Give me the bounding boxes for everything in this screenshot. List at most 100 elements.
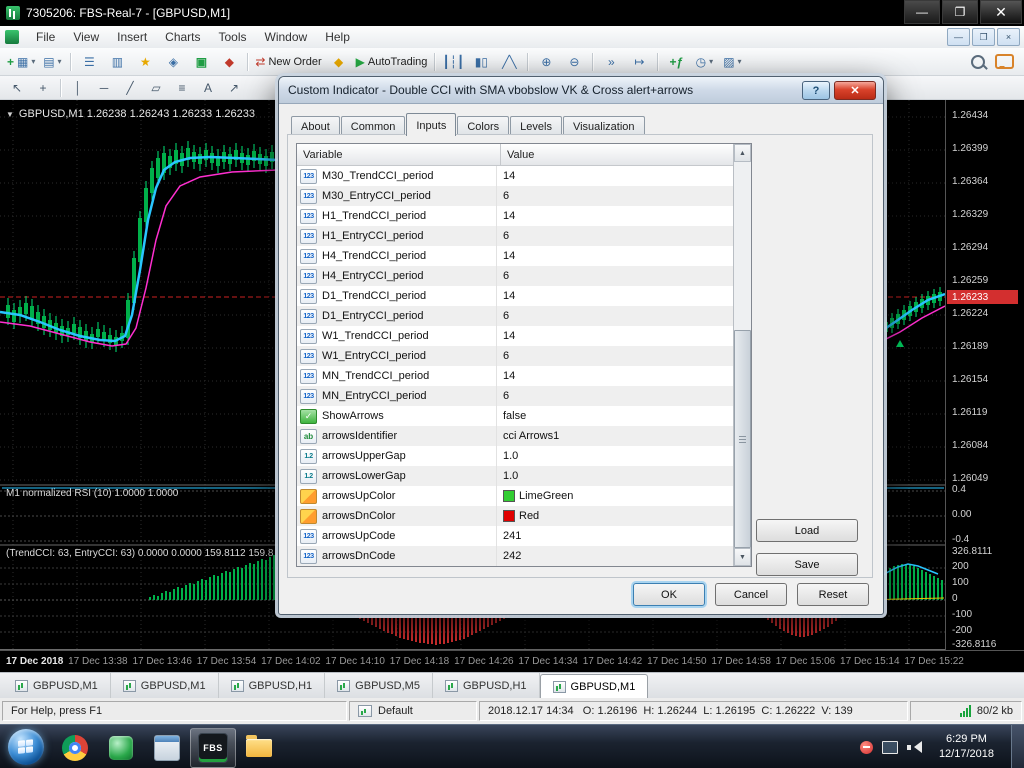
param-value[interactable]: 6 bbox=[496, 226, 733, 246]
strategy-tester-button[interactable]: ◆ bbox=[215, 51, 243, 73]
taskbar-chrome-icon[interactable] bbox=[52, 728, 98, 768]
periods-button[interactable]: ◷ ▾ bbox=[690, 51, 718, 73]
taskbar-fbs-icon[interactable]: FBS bbox=[190, 728, 236, 768]
navigator-button[interactable]: ◈ bbox=[159, 51, 187, 73]
autotrading-button[interactable]: ▶ AutoTrading bbox=[353, 51, 431, 73]
scroll-up-icon[interactable]: ▲ bbox=[734, 144, 751, 162]
tab-colors[interactable]: Colors bbox=[457, 116, 510, 136]
horizontal-line-icon[interactable]: ─ bbox=[91, 79, 117, 97]
table-row[interactable]: H4_TrendCCI_period 14 bbox=[297, 246, 733, 266]
metaeditor-button[interactable]: ◆ bbox=[325, 51, 353, 73]
taskbar-folder-icon[interactable] bbox=[236, 728, 282, 768]
table-row[interactable]: M30_EntryCCI_period 6 bbox=[297, 186, 733, 206]
chart-shift-button[interactable]: ↦ bbox=[625, 51, 653, 73]
param-value[interactable]: 14 bbox=[496, 246, 733, 266]
crosshair-icon[interactable]: + bbox=[30, 79, 56, 97]
param-value[interactable]: 14 bbox=[496, 326, 733, 346]
ok-button[interactable]: OK bbox=[633, 583, 705, 606]
param-value[interactable]: 14 bbox=[496, 166, 733, 186]
close-button[interactable]: ✕ bbox=[980, 0, 1022, 24]
table-row[interactable]: ShowArrows false bbox=[297, 406, 733, 426]
table-row[interactable]: arrowsLowerGap 1.0 bbox=[297, 466, 733, 486]
param-value[interactable]: 14 bbox=[496, 206, 733, 226]
vertical-line-icon[interactable]: │ bbox=[65, 79, 91, 97]
table-row[interactable]: H1_TrendCCI_period 14 bbox=[297, 206, 733, 226]
table-row[interactable]: M30_TrendCCI_period 14 bbox=[297, 166, 733, 186]
scroll-down-icon[interactable]: ▼ bbox=[734, 548, 751, 566]
chart-tab[interactable]: GBPUSD,M1 bbox=[3, 673, 111, 698]
table-row[interactable]: W1_TrendCCI_period 14 bbox=[297, 326, 733, 346]
tab-about[interactable]: About bbox=[291, 116, 340, 136]
param-value[interactable]: 6 bbox=[496, 186, 733, 206]
param-value[interactable]: LimeGreen bbox=[496, 486, 733, 506]
param-value[interactable]: false bbox=[496, 406, 733, 426]
menu-window[interactable]: Window bbox=[256, 28, 317, 46]
chart-tab[interactable]: GBPUSD,M1 bbox=[111, 673, 219, 698]
param-value[interactable]: 6 bbox=[496, 266, 733, 286]
menu-insert[interactable]: Insert bbox=[108, 28, 156, 46]
tab-levels[interactable]: Levels bbox=[510, 116, 562, 136]
menu-file[interactable]: File bbox=[27, 28, 64, 46]
candlestick-chart-button[interactable]: ▮▯ bbox=[467, 51, 495, 73]
vertical-scrollbar[interactable]: ▲ ▼ bbox=[733, 144, 751, 566]
mdi-close-button[interactable]: × bbox=[997, 28, 1020, 46]
load-button[interactable]: Load bbox=[756, 519, 858, 542]
table-row[interactable]: arrowsIdentifier cci Arrows1 bbox=[297, 426, 733, 446]
table-row[interactable]: MN_TrendCCI_period 14 bbox=[297, 366, 733, 386]
auto-scroll-button[interactable]: » bbox=[597, 51, 625, 73]
search-icon[interactable] bbox=[971, 54, 985, 69]
param-value[interactable]: 14 bbox=[496, 366, 733, 386]
indicators-button[interactable]: +ƒ bbox=[662, 51, 690, 73]
status-profile[interactable]: Default bbox=[349, 701, 477, 721]
taskbar-notes-app-icon[interactable] bbox=[144, 728, 190, 768]
save-button[interactable]: Save bbox=[756, 553, 858, 576]
fibonacci-icon[interactable]: ≡ bbox=[169, 79, 195, 97]
param-value[interactable]: 1.0 bbox=[496, 466, 733, 486]
table-row[interactable]: W1_EntryCCI_period 6 bbox=[297, 346, 733, 366]
chart-tab[interactable]: GBPUSD,M5 bbox=[325, 673, 433, 698]
favorites-button[interactable]: ★ bbox=[131, 51, 159, 73]
cancel-button[interactable]: Cancel bbox=[715, 583, 787, 606]
tab-visualization[interactable]: Visualization bbox=[562, 116, 645, 136]
data-window-button[interactable]: ▥ bbox=[103, 51, 131, 73]
cursor-icon[interactable]: ↖ bbox=[4, 79, 30, 97]
dialog-title-bar[interactable]: Custom Indicator - Double CCI with SMA v… bbox=[279, 77, 883, 104]
terminal-button[interactable]: ▣ bbox=[187, 51, 215, 73]
chart-tab-active[interactable]: GBPUSD,M1 bbox=[539, 674, 649, 698]
templates-button[interactable]: ▨ ▾ bbox=[718, 51, 746, 73]
param-value[interactable]: 242 bbox=[496, 546, 733, 566]
mdi-minimize-button[interactable]: — bbox=[947, 28, 970, 46]
menu-charts[interactable]: Charts bbox=[156, 28, 209, 46]
table-row[interactable]: D1_TrendCCI_period 14 bbox=[297, 286, 733, 306]
param-value[interactable]: Red bbox=[496, 506, 733, 526]
line-chart-button[interactable]: ╱╲ bbox=[495, 51, 523, 73]
chat-icon[interactable] bbox=[995, 54, 1014, 69]
channel-icon[interactable]: ▱ bbox=[143, 79, 169, 97]
menu-view[interactable]: View bbox=[64, 28, 108, 46]
volume-icon[interactable] bbox=[906, 740, 922, 754]
trendline-icon[interactable]: ╱ bbox=[117, 79, 143, 97]
tray-clock[interactable]: 6:29 PM 12/17/2018 bbox=[939, 732, 994, 763]
table-row[interactable]: H1_EntryCCI_period 6 bbox=[297, 226, 733, 246]
param-value[interactable]: 6 bbox=[496, 346, 733, 366]
new-chart-button[interactable]: + ▦ ▾ bbox=[4, 51, 38, 73]
table-row[interactable]: H4_EntryCCI_period 6 bbox=[297, 266, 733, 286]
table-row[interactable]: arrowsUpCode 241 bbox=[297, 526, 733, 546]
table-row[interactable]: MN_EntryCCI_period 6 bbox=[297, 386, 733, 406]
table-row[interactable]: arrowsUpperGap 1.0 bbox=[297, 446, 733, 466]
notification-icon[interactable] bbox=[859, 740, 873, 754]
param-value[interactable]: 6 bbox=[496, 306, 733, 326]
text-icon[interactable]: A bbox=[195, 79, 221, 97]
restore-button[interactable]: ❐ bbox=[942, 0, 978, 24]
network-icon[interactable] bbox=[881, 740, 898, 754]
zoom-out-button[interactable]: ⊖ bbox=[560, 51, 588, 73]
tab-inputs[interactable]: Inputs bbox=[406, 113, 457, 136]
param-value[interactable]: 241 bbox=[496, 526, 733, 546]
table-row[interactable]: D1_EntryCCI_period 6 bbox=[297, 306, 733, 326]
bar-chart-button[interactable]: ┃┆┃ bbox=[439, 51, 467, 73]
start-button[interactable] bbox=[8, 729, 44, 765]
menu-tools[interactable]: Tools bbox=[210, 28, 256, 46]
dialog-close-button[interactable]: ✕ bbox=[834, 81, 876, 100]
param-value[interactable]: 14 bbox=[496, 286, 733, 306]
minimize-button[interactable]: — bbox=[904, 0, 940, 24]
